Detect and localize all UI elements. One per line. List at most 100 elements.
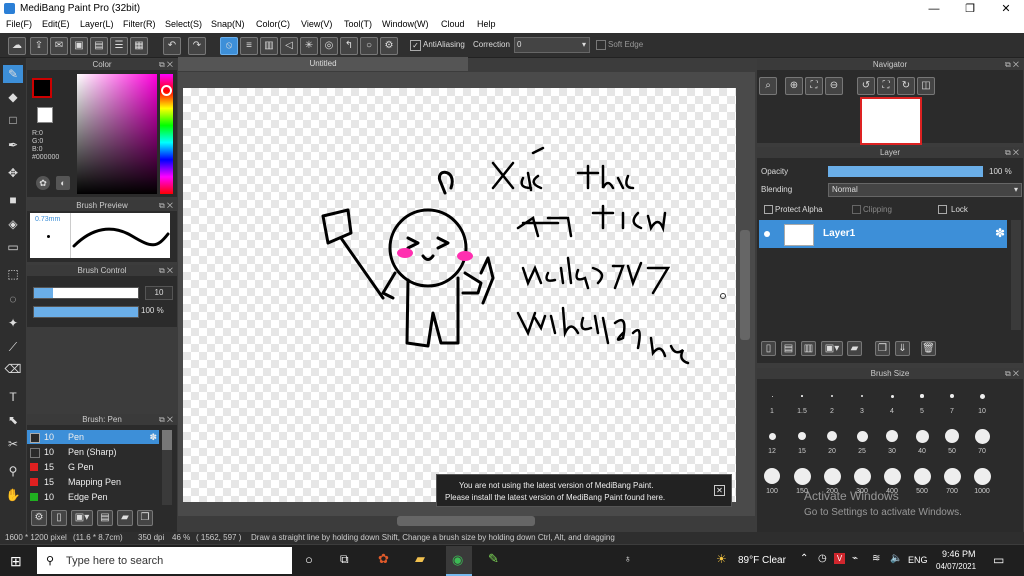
panel-menu-icon[interactable]: ⧉ ✕ (1005, 147, 1019, 158)
brush-dropdown-icon[interactable]: ▣▾ (71, 510, 93, 526)
snap-ellipse-icon[interactable]: ○ (360, 37, 378, 55)
taskbar-search[interactable]: ⚲ Type here to search (37, 547, 292, 574)
layer-row[interactable]: Layer1 ✽ (759, 220, 1007, 248)
wifi-icon[interactable]: ≋ (872, 553, 880, 564)
layer-folder-icon[interactable]: ▰ (847, 341, 862, 356)
brush-size-dot[interactable] (856, 430, 868, 442)
snap-circle-icon[interactable]: ◎ (320, 37, 338, 55)
file-explorer-icon[interactable]: ▰ (415, 551, 425, 567)
brush-size-dot[interactable] (915, 429, 929, 443)
brush-duplicate-icon[interactable]: ❐ (137, 510, 153, 526)
menu-snap[interactable]: Snap(N) (211, 19, 245, 29)
document-tab[interactable]: Untitled (178, 57, 468, 71)
lock-checkbox[interactable] (938, 205, 947, 214)
chevron-up-icon[interactable]: ⌃ (800, 553, 808, 564)
weather-text[interactable]: 89°F Clear (738, 555, 786, 566)
scrollbar-thumb[interactable] (162, 430, 172, 450)
new-brush-icon[interactable]: ▯ (51, 510, 67, 526)
panel-menu-icon[interactable]: ⧉ ✕ (159, 200, 173, 211)
brush-size-dot[interactable] (886, 430, 898, 442)
brush-size-slider[interactable] (33, 287, 139, 299)
delete-layer-icon[interactable]: 🗑 (921, 341, 936, 356)
menu-view[interactable]: View(V) (301, 19, 332, 29)
add-brush-icon[interactable]: ⚙ (31, 510, 47, 526)
panel-menu-icon[interactable]: ⧉ ✕ (1005, 59, 1019, 70)
menu-tool[interactable]: Tool(T) (344, 19, 372, 29)
menu-cloud[interactable]: Cloud (441, 19, 465, 29)
notice-line-2[interactable]: Please install the latest version of Med… (445, 493, 665, 502)
bucket-tool-icon[interactable]: ◈ (3, 215, 23, 233)
eyedropper-tool-icon[interactable]: ⚲ (3, 462, 23, 480)
snap-vanishing-icon[interactable]: ◁ (280, 37, 298, 55)
menu-filter[interactable]: Filter(R) (123, 19, 156, 29)
brush-copy-icon[interactable]: ▤ (97, 510, 113, 526)
magic-wand-icon[interactable]: ✦ (3, 314, 23, 332)
menu-layer[interactable]: Layer(L) (80, 19, 114, 29)
hue-slider-handle[interactable] (161, 85, 172, 96)
snap-off-icon[interactable]: ⦸ (220, 37, 238, 55)
brush-list-scrollbar[interactable] (162, 430, 172, 505)
list-icon[interactable]: ☰ (110, 37, 128, 55)
brush-size-dot[interactable] (860, 394, 864, 398)
snap-curve-icon[interactable]: ↰ (340, 37, 358, 55)
brush-size-dot[interactable] (950, 394, 954, 398)
brush-size-dot[interactable] (831, 395, 833, 397)
brush-size-dot[interactable] (883, 467, 901, 485)
cloud-icon[interactable]: ☁ (8, 37, 26, 55)
add-layer-dropdown-icon[interactable]: ▣▾ (821, 341, 843, 356)
brush-size-dot[interactable] (768, 432, 776, 440)
text-tool-icon[interactable]: T (3, 388, 23, 406)
brush-size-dot[interactable] (890, 394, 894, 398)
menu-edit[interactable]: Edit(E) (42, 19, 70, 29)
brush-size-dot[interactable] (764, 468, 780, 484)
antialias-checkbox[interactable]: ✓ (410, 40, 421, 51)
brush-size-dot[interactable] (974, 428, 990, 444)
menu-window[interactable]: Window(W) (382, 19, 429, 29)
saturation-value-picker[interactable] (77, 74, 157, 194)
comment-icon[interactable]: ✉ (50, 37, 68, 55)
brush-size-dot[interactable] (973, 467, 991, 485)
brush-tool-icon[interactable]: ✎ (3, 65, 23, 83)
brush-size-dot[interactable] (823, 467, 841, 485)
minimize-button[interactable]: — (916, 0, 952, 18)
zoom-actual-icon[interactable]: ⛶ (805, 77, 823, 95)
tray-v-icon[interactable]: V (834, 553, 845, 564)
brush-size-dot[interactable] (771, 395, 773, 397)
panel-menu-icon[interactable]: ⧉ ✕ (159, 414, 173, 425)
layer-opacity-slider[interactable] (828, 166, 983, 177)
menu-color[interactable]: Color(C) (256, 19, 290, 29)
people-icon[interactable]: ♁ (624, 554, 632, 565)
correction-select[interactable]: 0 ▾ (514, 37, 590, 53)
volume-icon[interactable]: 🔈 (890, 553, 902, 564)
network-icon[interactable]: ⌁ (852, 553, 858, 564)
layer-scrollbar[interactable] (1011, 220, 1021, 330)
clock-date[interactable]: 04/07/2021 (936, 562, 976, 571)
horizontal-scrollbar[interactable] (397, 516, 535, 526)
new-halftone-layer-icon[interactable]: ▤ (781, 341, 796, 356)
brush-size-dot[interactable] (943, 467, 961, 485)
brush-item[interactable]: 15 G Pen (27, 460, 159, 474)
duplicate-layer-icon[interactable]: ❐ (875, 341, 890, 356)
color-wheel-icon[interactable]: ✿ (36, 176, 50, 190)
snap-radial-icon[interactable]: ✳ (300, 37, 318, 55)
zoom-out-icon[interactable]: ⊖ (825, 77, 843, 95)
zoom-in-icon[interactable]: ⊕ (785, 77, 803, 95)
snap-settings-icon[interactable]: ⚙ (380, 37, 398, 55)
brush-size-dot[interactable] (798, 432, 806, 440)
background-color-swatch[interactable] (37, 107, 53, 123)
brush-size-dot[interactable] (920, 394, 924, 398)
eye-icon[interactable] (764, 231, 770, 237)
divide-tool-icon[interactable]: ✂ (3, 435, 23, 453)
medibang-icon[interactable]: ✎ (488, 551, 499, 567)
brush-size-dot[interactable] (801, 395, 803, 397)
snap-cross-icon[interactable]: ▥ (260, 37, 278, 55)
brush-folder-icon[interactable]: ▰ (117, 510, 133, 526)
new-8bit-layer-icon[interactable]: ▥ (801, 341, 816, 356)
brush-item[interactable]: 10 Pen ✽ (27, 430, 159, 444)
panel-menu-icon[interactable]: ⧉ ✕ (159, 265, 173, 276)
chrome-taskbar-button[interactable]: ◉ (446, 546, 472, 576)
drawing-canvas[interactable] (183, 88, 736, 502)
flip-icon[interactable]: ◫ (917, 77, 935, 95)
merge-layer-icon[interactable]: ⇓ (895, 341, 910, 356)
blending-select[interactable]: Normal ▾ (828, 183, 1022, 197)
